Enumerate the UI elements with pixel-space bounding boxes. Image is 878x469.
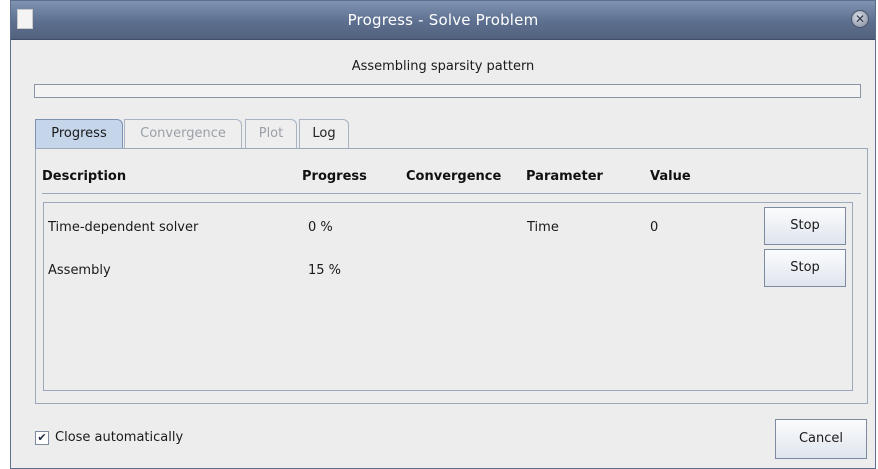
title-bar[interactable]: Progress - Solve Problem ✕	[11, 1, 875, 40]
close-icon[interactable]: ✕	[851, 10, 869, 28]
progress-dialog: Progress - Solve Problem ✕ Assembling sp…	[10, 0, 876, 469]
tab-convergence[interactable]: Convergence	[124, 119, 242, 148]
tab-plot[interactable]: Plot	[245, 119, 297, 148]
row-1-parameter: Time	[527, 220, 559, 235]
status-text: Assembling sparsity pattern	[351, 59, 535, 74]
task-list: Time-dependent solver 0 % Time 0 Stop As…	[43, 202, 853, 391]
header-description: Description	[42, 169, 127, 184]
header-parameter: Parameter	[526, 169, 603, 184]
row-1-progress: 0 %	[308, 220, 333, 235]
overall-progress-bar	[34, 84, 861, 98]
row-2-description: Assembly	[48, 263, 111, 278]
progress-panel: Description Progress Convergence Paramet…	[35, 148, 868, 404]
row-1-value: 0	[650, 220, 659, 235]
close-automatically-checkbox[interactable]: ✔	[35, 431, 49, 445]
header-progress: Progress	[302, 169, 367, 184]
stop-button-assembly[interactable]: Stop	[764, 249, 846, 287]
header-divider	[42, 193, 861, 194]
header-convergence: Convergence	[406, 169, 502, 184]
row-1-description: Time-dependent solver	[48, 220, 199, 235]
window-title: Progress - Solve Problem	[347, 11, 539, 29]
tab-progress[interactable]: Progress	[35, 119, 123, 149]
row-2-progress: 15 %	[308, 263, 342, 278]
stop-button-time-dependent-solver[interactable]: Stop	[764, 207, 846, 245]
close-automatically-label[interactable]: Close automatically	[55, 430, 183, 445]
cancel-button[interactable]: Cancel	[775, 419, 867, 459]
header-value: Value	[650, 169, 691, 184]
tab-log[interactable]: Log	[299, 119, 349, 148]
